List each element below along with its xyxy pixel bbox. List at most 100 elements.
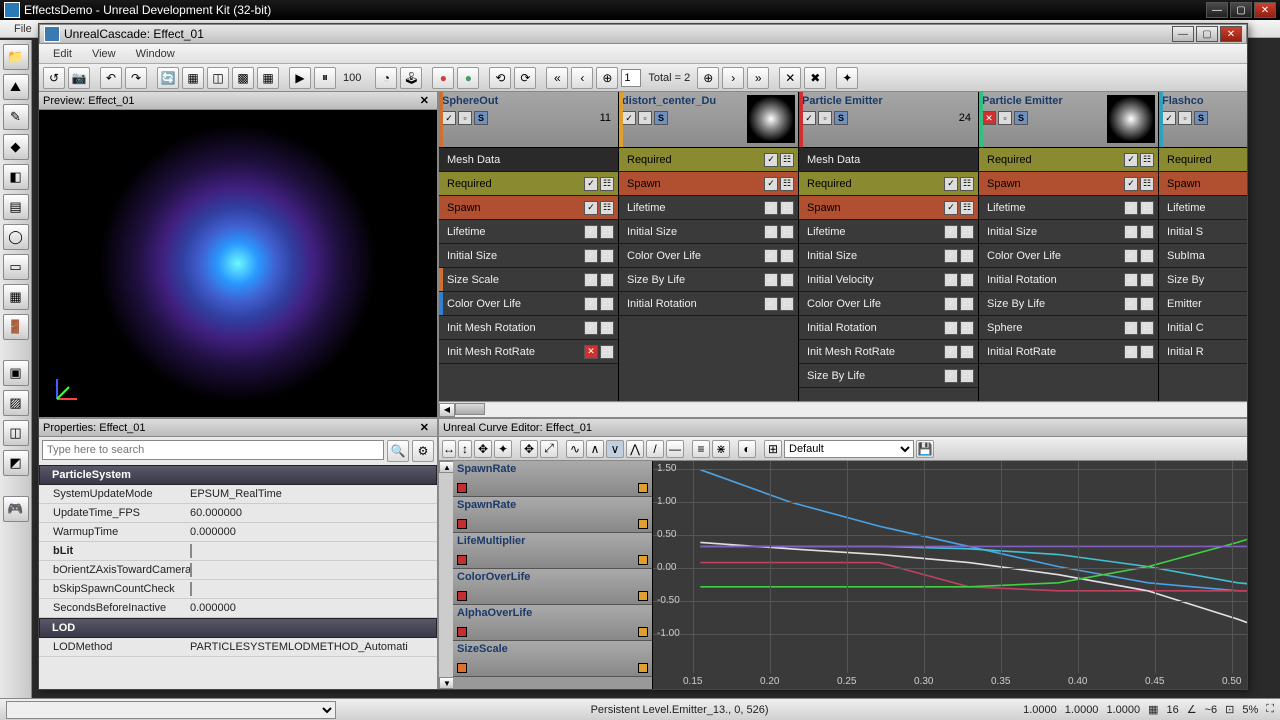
property-row[interactable]: UpdateTime_FPS 60.000000 [39,504,437,523]
module-graph-button[interactable]: ☷ [780,273,794,287]
module-row[interactable]: Size By ✓ ☷ [1159,268,1247,292]
module-enable-checkbox[interactable]: ✓ [764,201,778,215]
module-row[interactable]: Lifetime ✓ ☷ [439,220,618,244]
curve-color-swatch[interactable] [457,627,467,637]
module-graph-button[interactable]: ☷ [1140,297,1154,311]
curve-mode-linear[interactable]: / [646,440,664,458]
module-enable-checkbox[interactable]: ✓ [1124,297,1138,311]
minimize-button[interactable]: — [1206,2,1228,18]
curve-visible-swatch[interactable] [638,663,648,673]
tb-lod-del2[interactable]: ✖ [804,67,826,89]
tb-save-thumb[interactable]: 📷 [68,67,90,89]
module-graph-button[interactable]: ☷ [960,201,974,215]
tb-lod-regen2[interactable]: ⟳ [514,67,536,89]
module-row[interactable]: Required ✓ ☷ [799,172,978,196]
property-value[interactable]: PARTICLESYSTEMLODMETHOD_Automati [184,641,437,653]
module-row[interactable]: Size By Life ✓ ☷ [979,292,1158,316]
tb-realtime[interactable]: 🕹 [400,67,422,89]
emitter-solo-button[interactable]: S [474,111,488,125]
property-checkbox[interactable] [190,544,192,558]
mode-play[interactable]: 🎮 [3,496,29,522]
module-graph-button[interactable]: ☷ [960,273,974,287]
curve-viewport[interactable]: 1.501.000.500.00-0.50-1.000.150.200.250.… [653,461,1247,689]
preview-close[interactable]: ✕ [416,94,433,107]
module-enable-checkbox[interactable]: ✓ [584,177,598,191]
tb-redo[interactable]: ↷ [125,67,147,89]
module-row[interactable]: Color Over Life ✓ ☷ [799,292,978,316]
module-enable-checkbox[interactable]: ✓ [1124,321,1138,335]
module-enable-checkbox[interactable]: ✓ [584,273,598,287]
emitter-header[interactable]: Particle Emitter ✓ ▫ S 24 [799,92,978,148]
curve-color-swatch[interactable] [457,591,467,601]
category-particlesystem[interactable]: ParticleSystem [39,465,437,485]
menu-edit[interactable]: Edit [43,46,82,62]
mode-terrain[interactable]: ⛰ [3,74,29,100]
module-row[interactable]: Initial RotRate ✓ ☷ [979,340,1158,364]
tb-sphere-r[interactable]: ● [432,67,454,89]
emitter-render-checkbox[interactable]: ▫ [638,111,652,125]
curve-track[interactable]: SizeScale [453,641,652,677]
emitter-render-checkbox[interactable]: ▫ [1178,111,1192,125]
mode-volume[interactable]: ▦ [3,284,29,310]
curve-color-swatch[interactable] [457,519,467,529]
module-enable-checkbox[interactable]: ✓ [944,297,958,311]
module-graph-button[interactable]: ☷ [780,225,794,239]
module-graph-button[interactable]: ☷ [600,273,614,287]
tb-postprocess[interactable]: ▩ [232,67,254,89]
module-row[interactable]: Initial Size ✓ ☷ [619,220,798,244]
module-graph-button[interactable]: ☷ [780,153,794,167]
emitter-enable-checkbox[interactable]: ✕ [982,111,996,125]
search-icon[interactable]: 🔍 [387,440,409,462]
cascade-minimize[interactable]: — [1172,26,1194,42]
tb-lod-last[interactable]: » [747,67,769,89]
emitter-header[interactable]: SphereOut ✓ ▫ S 11 [439,92,618,148]
tb-undo[interactable]: ↶ [100,67,122,89]
module-graph-button[interactable]: ☷ [780,249,794,263]
module-row[interactable]: Lifetime ✓ ☷ [799,220,978,244]
property-row[interactable]: bOrientZAxisTowardCamera [39,561,437,580]
curve-visible-swatch[interactable] [638,627,648,637]
module-enable-checkbox[interactable]: ✓ [1124,225,1138,239]
menu-view[interactable]: View [82,46,126,62]
module-graph-button[interactable]: ☷ [960,177,974,191]
module-graph-button[interactable]: ☷ [960,297,974,311]
angle-icon[interactable]: ∠ [1187,703,1197,716]
module-graph-button[interactable]: ☷ [1140,273,1154,287]
module-row[interactable]: Emitter ✓ ☷ [1159,292,1247,316]
module-enable-checkbox[interactable]: ✓ [764,153,778,167]
module-row[interactable]: Lifetime ✓ ☷ [1159,196,1247,220]
menu-file[interactable]: File [4,21,42,37]
emitter-header[interactable]: Particle Emitter ✕ ▫ S 72 [979,92,1158,148]
module-row[interactable]: Init Mesh RotRate ✓ ☷ [799,340,978,364]
module-row[interactable]: Color Over Life ✓ ☷ [439,292,618,316]
tb-wireframe[interactable]: ▦ [182,67,204,89]
mode-sheet[interactable]: ▭ [3,254,29,280]
module-enable-checkbox[interactable]: ✓ [584,225,598,239]
property-row[interactable]: LODMethodPARTICLESYSTEMLODMETHOD_Automat… [39,638,437,657]
module-row[interactable]: Required ✓ ☷ [619,148,798,172]
module-graph-button[interactable]: ☷ [960,225,974,239]
mode-bsp[interactable]: ◆ [3,134,29,160]
module-graph-button[interactable]: ☷ [1140,153,1154,167]
tb-sphere-g[interactable]: ● [457,67,479,89]
curve-track[interactable]: AlphaOverLife [453,605,652,641]
curve-mode-constant[interactable]: — [666,440,684,458]
category-lod[interactable]: LOD [39,618,437,638]
mode-cube[interactable]: ◧ [3,164,29,190]
module-enable-checkbox[interactable]: ✓ [1124,201,1138,215]
mode-stairs[interactable]: ▤ [3,194,29,220]
curve-line[interactable] [700,542,1247,651]
emitter-render-checkbox[interactable]: ▫ [998,111,1012,125]
curve-mode-clamp[interactable]: ∧ [586,440,604,458]
mode-subtract[interactable]: ▨ [3,390,29,416]
module-enable-checkbox[interactable]: ✓ [1124,273,1138,287]
module-row[interactable]: Initial Velocity ✓ ☷ [799,268,978,292]
property-value[interactable] [184,545,437,557]
curve-straighten[interactable]: ⋇ [712,440,730,458]
mode-intersect[interactable]: ◫ [3,420,29,446]
curve-flatten[interactable]: ≡ [692,440,710,458]
status-dropdown[interactable] [6,701,336,719]
curve-track[interactable]: ColorOverLife [453,569,652,605]
module-row[interactable]: Spawn ✓ ☷ [799,196,978,220]
module-graph-button[interactable]: ☷ [1140,249,1154,263]
